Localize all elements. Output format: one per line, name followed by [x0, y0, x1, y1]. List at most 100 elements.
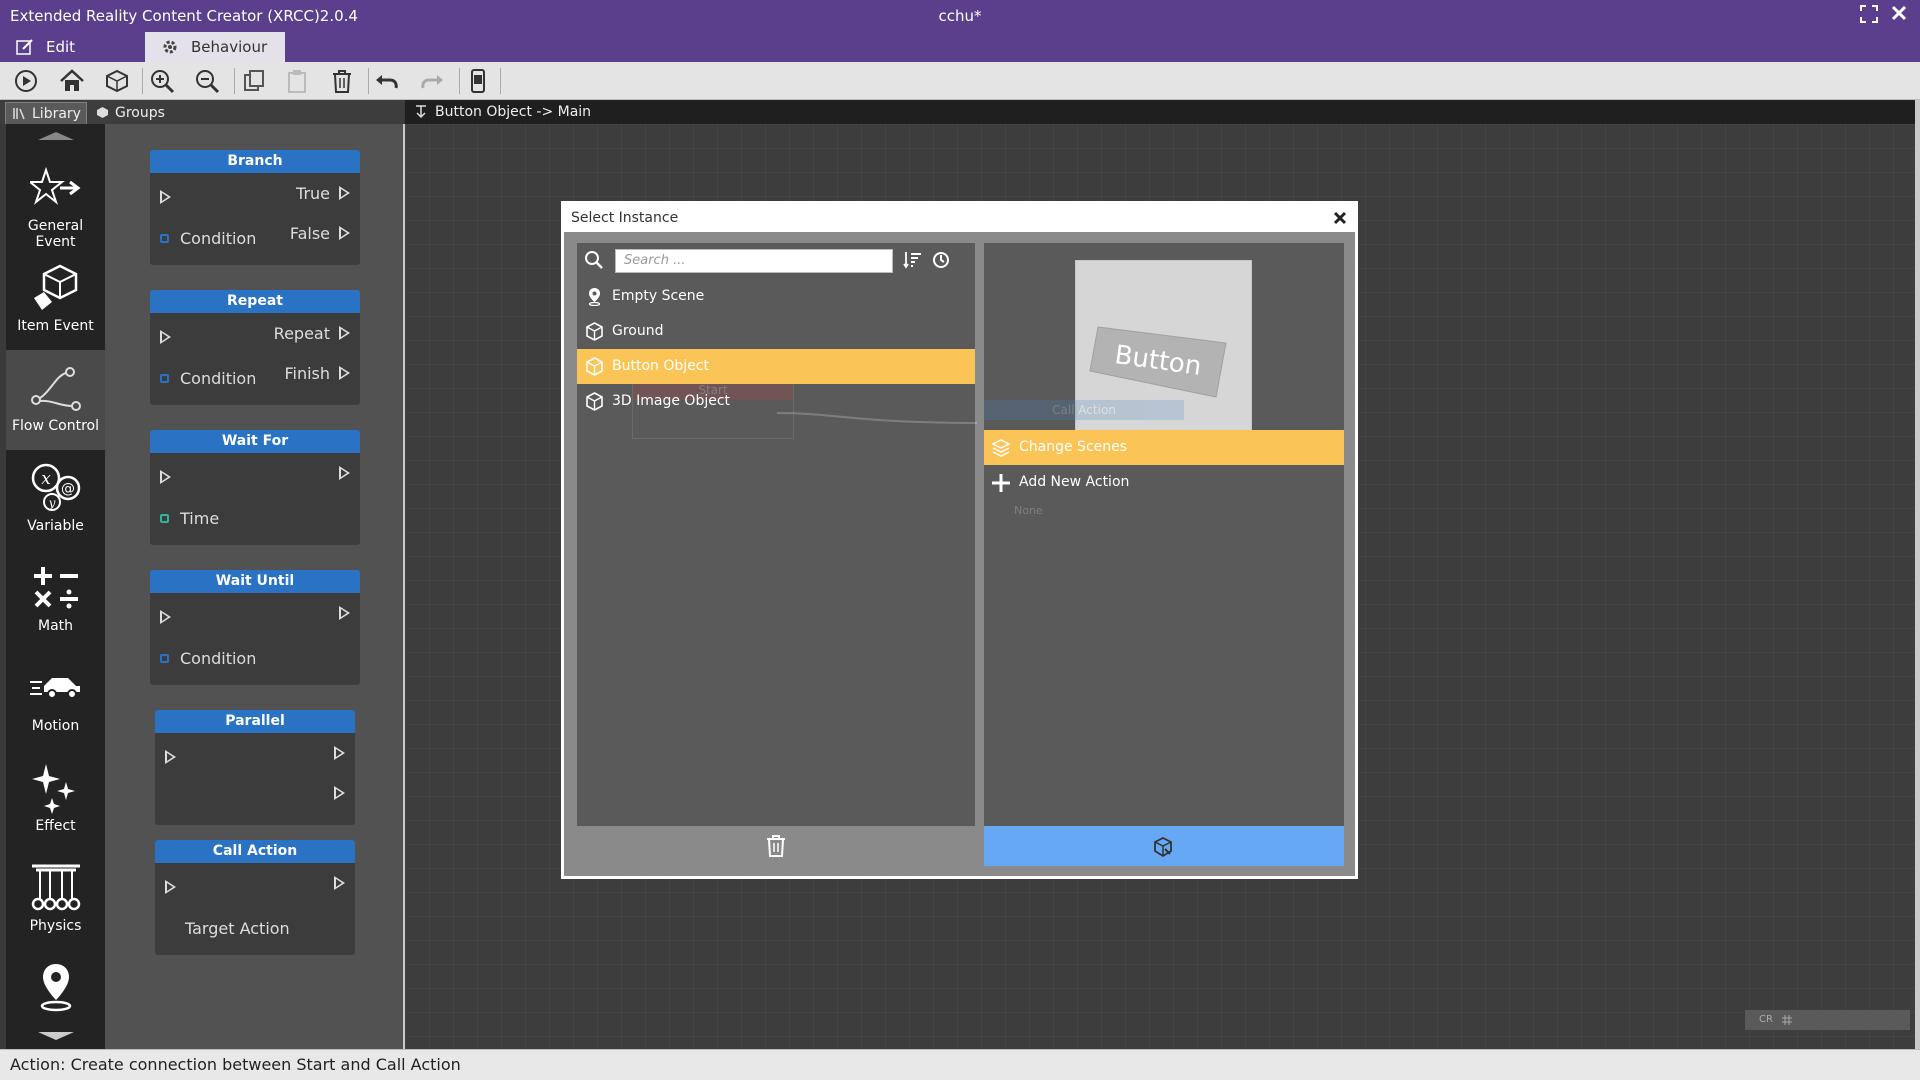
- redo-button[interactable]: [418, 67, 448, 95]
- tab-behaviour[interactable]: Behaviour: [145, 32, 285, 62]
- flow-in-port-icon[interactable]: [160, 470, 171, 484]
- arrow-down-icon: [416, 105, 426, 119]
- instance-item[interactable]: 3D Image Object: [577, 384, 975, 419]
- node-parallel[interactable]: Parallel: [155, 710, 355, 825]
- branch-flow-icon: [31, 367, 81, 411]
- play-icon: [15, 70, 37, 92]
- toolbar-separator: [368, 68, 369, 94]
- home-button[interactable]: [58, 67, 88, 95]
- dialog-body: Search ... Start Empty Scene Ground Butt…: [564, 232, 1355, 876]
- flow-out-port-icon[interactable]: [334, 876, 345, 890]
- history-clock-icon[interactable]: [932, 251, 950, 269]
- maximize-icon[interactable]: [1858, 5, 1880, 27]
- close-icon[interactable]: [1333, 206, 1347, 230]
- copy-button[interactable]: [240, 67, 270, 95]
- category-sidebar: General Event Item Event Flow Control x @…: [6, 124, 105, 1049]
- dialog-title-bar: Select Instance: [564, 204, 1355, 232]
- title-bar: Extended Reality Content Creator (XRCC)2…: [0, 0, 1920, 32]
- tab-edit-label: Edit: [46, 38, 76, 56]
- flow-out-port-icon[interactable]: [339, 186, 350, 200]
- category-physics[interactable]: Physics: [6, 850, 105, 950]
- flow-out-port-icon[interactable]: [339, 326, 350, 340]
- toolbar-separator: [500, 68, 501, 94]
- flow-out-port-icon[interactable]: [339, 226, 350, 240]
- svg-text:x: x: [41, 469, 51, 489]
- tab-behaviour-label: Behaviour: [191, 38, 268, 56]
- instance-label: Ground: [612, 323, 664, 339]
- sort-icon[interactable]: [903, 251, 923, 269]
- flow-out-port-icon[interactable]: [334, 786, 345, 800]
- category-location[interactable]: [6, 950, 105, 1012]
- vertical-scrollbar[interactable]: [1915, 100, 1920, 1049]
- tab-groups-label: Groups: [115, 105, 165, 121]
- flow-in-port-icon[interactable]: [160, 330, 171, 344]
- tab-edit[interactable]: Edit: [0, 32, 145, 62]
- node-branch[interactable]: Branch True False Condition: [150, 150, 360, 265]
- search-icon: [585, 251, 603, 269]
- action-item-selected[interactable]: Change Scenes: [984, 430, 1344, 465]
- play-button[interactable]: [12, 67, 42, 95]
- instance-item[interactable]: Empty Scene: [577, 279, 975, 314]
- groups-cube-icon: [97, 107, 108, 118]
- undo-button[interactable]: [373, 67, 403, 95]
- data-port-icon[interactable]: [160, 514, 169, 523]
- tab-groups[interactable]: Groups: [89, 102, 179, 124]
- flow-out-port-icon[interactable]: [339, 606, 350, 620]
- data-port-icon[interactable]: [160, 234, 169, 243]
- category-item-event[interactable]: Item Event: [6, 250, 105, 350]
- paste-icon: [288, 70, 306, 93]
- category-variable[interactable]: x @ y Variable: [6, 450, 105, 550]
- close-window-icon[interactable]: [1888, 5, 1910, 27]
- scroll-up-icon[interactable]: [6, 128, 105, 142]
- ghost-call-action-title: Call Action: [984, 400, 1184, 420]
- flow-in-port-icon[interactable]: [165, 880, 176, 894]
- category-effect[interactable]: Effect: [6, 750, 105, 850]
- trash-icon[interactable]: [765, 834, 787, 858]
- confirm-select-button[interactable]: [984, 826, 1344, 866]
- flow-in-port-icon[interactable]: [160, 190, 171, 204]
- port-label: Condition: [180, 649, 257, 668]
- star-arrow-icon: [30, 166, 81, 205]
- flow-out-port-icon[interactable]: [334, 746, 345, 760]
- data-port-icon[interactable]: [160, 374, 169, 383]
- port-label: Target Action: [185, 919, 290, 938]
- device-preview-button[interactable]: [464, 67, 494, 95]
- category-label: Math: [37, 618, 74, 634]
- category-flow-control[interactable]: Flow Control: [6, 350, 105, 450]
- port-label: Condition: [180, 369, 257, 388]
- instance-item-selected[interactable]: Button Object: [577, 349, 975, 384]
- instance-item[interactable]: Ground: [577, 314, 975, 349]
- zoom-in-button[interactable]: [148, 67, 178, 95]
- scroll-down-icon[interactable]: [6, 1028, 105, 1042]
- tab-library[interactable]: Library: [5, 102, 87, 124]
- data-port-icon[interactable]: [160, 654, 169, 663]
- search-input[interactable]: Search ...: [615, 249, 893, 273]
- document-title: cchu*: [938, 7, 982, 25]
- delete-button[interactable]: [328, 67, 358, 95]
- node-wait-for[interactable]: Wait For Time: [150, 430, 360, 545]
- category-general-event[interactable]: General Event: [6, 150, 105, 250]
- tab-library-label: Library: [32, 106, 81, 122]
- grid-icon[interactable]: [1781, 1014, 1793, 1026]
- add-new-action-button[interactable]: Add New Action: [984, 465, 1344, 500]
- instance-list-pane: Search ... Start Empty Scene Ground Butt…: [577, 243, 977, 826]
- flow-out-port-icon[interactable]: [339, 366, 350, 380]
- canvas-controls[interactable]: CR: [1745, 1010, 1910, 1030]
- library-icon: [13, 108, 25, 120]
- node-title: Wait Until: [150, 570, 360, 593]
- flow-out-port-icon[interactable]: [339, 466, 350, 480]
- node-repeat[interactable]: Repeat Repeat Finish Condition: [150, 290, 360, 405]
- node-call-action[interactable]: Call Action Target Action: [155, 840, 355, 955]
- category-motion[interactable]: Motion: [6, 650, 105, 750]
- scene-button[interactable]: [103, 67, 133, 95]
- variable-icon: x @ y: [31, 463, 81, 511]
- cube-hand-icon: [34, 264, 78, 310]
- node-title: Wait For: [150, 430, 360, 453]
- edit-icon: [16, 39, 33, 55]
- category-math[interactable]: Math: [6, 550, 105, 650]
- node-wait-until[interactable]: Wait Until Condition: [150, 570, 360, 685]
- zoom-out-button[interactable]: [193, 67, 223, 95]
- paste-button[interactable]: [283, 67, 313, 95]
- flow-in-port-icon[interactable]: [165, 750, 176, 764]
- flow-in-port-icon[interactable]: [160, 610, 171, 624]
